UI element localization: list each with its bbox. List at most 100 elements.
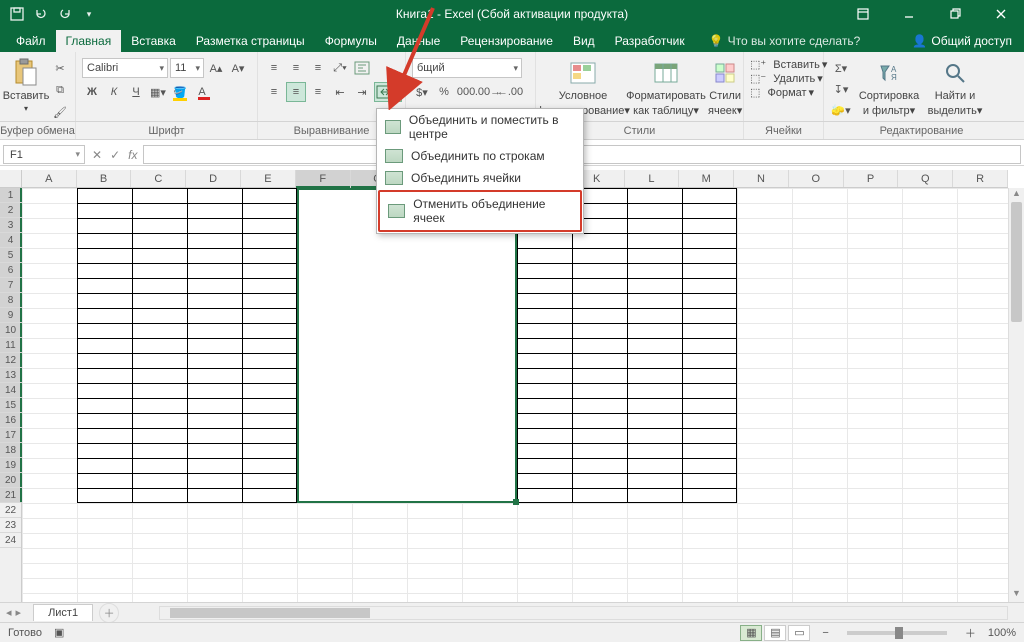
cancel-formula-icon[interactable]: ✕: [92, 148, 102, 162]
fx-icon[interactable]: fx: [128, 148, 137, 162]
align-top-icon[interactable]: ≡: [264, 58, 284, 78]
view-page-layout-icon[interactable]: ▤: [764, 625, 786, 641]
save-icon[interactable]: [8, 5, 26, 23]
vertical-scrollbar[interactable]: ▲ ▼: [1008, 188, 1024, 602]
percent-icon[interactable]: %: [434, 82, 454, 102]
row-22[interactable]: 22: [0, 503, 21, 518]
italic-button[interactable]: К: [104, 82, 124, 102]
redo-icon[interactable]: [56, 5, 74, 23]
borders-icon[interactable]: ▦▾: [148, 82, 168, 102]
share-button[interactable]: 👤Общий доступ: [900, 30, 1024, 52]
tab-data[interactable]: Данные: [387, 30, 450, 52]
zoom-in-icon[interactable]: ＋: [965, 625, 976, 641]
tab-developer[interactable]: Разработчик: [605, 30, 695, 52]
row-9[interactable]: 9: [0, 308, 21, 323]
macro-record-icon[interactable]: ▣: [54, 626, 64, 639]
col-N[interactable]: N: [734, 170, 789, 187]
row-1[interactable]: 1: [0, 188, 21, 203]
horizontal-scrollbar[interactable]: [159, 606, 1008, 620]
font-color-icon[interactable]: A: [192, 82, 212, 102]
col-P[interactable]: P: [844, 170, 899, 187]
col-O[interactable]: O: [789, 170, 844, 187]
row-18[interactable]: 18: [0, 443, 21, 458]
tab-review[interactable]: Рецензирование: [450, 30, 563, 52]
row-2[interactable]: 2: [0, 203, 21, 218]
sort-filter-button[interactable]: AЯ Сортировка и фильтр▾: [856, 58, 922, 117]
select-all-corner[interactable]: [0, 170, 22, 187]
vscroll-thumb[interactable]: [1011, 202, 1022, 322]
enter-formula-icon[interactable]: ✓: [110, 148, 120, 162]
bold-button[interactable]: Ж: [82, 82, 102, 102]
increase-indent-icon[interactable]: ⇥: [352, 82, 372, 102]
tab-layout[interactable]: Разметка страницы: [186, 30, 315, 52]
name-box[interactable]: F1: [3, 145, 85, 164]
row-17[interactable]: 17: [0, 428, 21, 443]
row-21[interactable]: 21: [0, 488, 21, 503]
spreadsheet-grid[interactable]: A B C D E F G H I J K L M N O P Q R 1234…: [0, 170, 1024, 602]
align-right-icon[interactable]: ≡: [308, 82, 328, 102]
row-5[interactable]: 5: [0, 248, 21, 263]
tab-view[interactable]: Вид: [563, 30, 605, 52]
increase-font-icon[interactable]: A▴: [206, 58, 226, 78]
merge-center-split[interactable]: ▾: [374, 82, 402, 102]
row-11[interactable]: 11: [0, 338, 21, 353]
col-B[interactable]: B: [77, 170, 132, 187]
decrease-indent-icon[interactable]: ⇤: [330, 82, 350, 102]
undo-icon[interactable]: [32, 5, 50, 23]
underline-button[interactable]: Ч: [126, 82, 146, 102]
zoom-slider[interactable]: [847, 631, 947, 635]
decrease-decimal-icon[interactable]: ←.00: [500, 82, 520, 102]
number-format-combo[interactable]: бщий: [412, 58, 522, 78]
row-12[interactable]: 12: [0, 353, 21, 368]
row-16[interactable]: 16: [0, 413, 21, 428]
add-sheet-button[interactable]: ＋: [99, 603, 119, 623]
col-M[interactable]: M: [679, 170, 734, 187]
fill-handle[interactable]: [513, 499, 519, 505]
cut-icon[interactable]: ✂: [50, 58, 70, 78]
row-10[interactable]: 10: [0, 323, 21, 338]
scroll-down-icon[interactable]: ▼: [1009, 588, 1024, 602]
fill-icon[interactable]: ↧▾: [830, 79, 852, 99]
col-L[interactable]: L: [625, 170, 680, 187]
close-icon[interactable]: [978, 0, 1024, 28]
find-select-button[interactable]: Найти и выделить▾: [926, 58, 984, 117]
row-19[interactable]: 19: [0, 458, 21, 473]
sheet-tab-1[interactable]: Лист1: [33, 604, 93, 621]
font-size-combo[interactable]: 11: [170, 58, 204, 78]
col-D[interactable]: D: [186, 170, 241, 187]
row-8[interactable]: 8: [0, 293, 21, 308]
autosum-icon[interactable]: Σ▾: [830, 58, 852, 78]
minimize-icon[interactable]: [886, 0, 932, 28]
row-14[interactable]: 14: [0, 383, 21, 398]
merge-cells-item[interactable]: Объединить ячейки: [377, 167, 583, 189]
align-center-icon[interactable]: ≡: [286, 82, 306, 102]
restore-icon[interactable]: [932, 0, 978, 28]
qat-customize-icon[interactable]: ▾: [80, 5, 98, 23]
increase-decimal-icon[interactable]: .00→: [478, 82, 498, 102]
row-23[interactable]: 23: [0, 518, 21, 533]
col-C[interactable]: C: [131, 170, 186, 187]
view-page-break-icon[interactable]: ▭: [788, 625, 810, 641]
orientation-icon[interactable]: ⤢▾: [330, 58, 350, 78]
row-24[interactable]: 24: [0, 533, 21, 548]
scroll-up-icon[interactable]: ▲: [1009, 188, 1024, 202]
row-15[interactable]: 15: [0, 398, 21, 413]
ribbon-display-icon[interactable]: [840, 0, 886, 28]
wrap-text-button[interactable]: [352, 58, 372, 78]
row-13[interactable]: 13: [0, 368, 21, 383]
col-E[interactable]: E: [241, 170, 296, 187]
merge-across-item[interactable]: Объединить по строкам: [377, 145, 583, 167]
row-3[interactable]: 3: [0, 218, 21, 233]
align-left-icon[interactable]: ≡: [264, 82, 284, 102]
cells-area[interactable]: [22, 188, 1008, 602]
col-Q[interactable]: Q: [898, 170, 953, 187]
tab-file[interactable]: Файл: [6, 30, 56, 52]
row-20[interactable]: 20: [0, 473, 21, 488]
zoom-level[interactable]: 100%: [988, 627, 1016, 639]
delete-cells-button[interactable]: ⬚⁻ Удалить▾: [750, 72, 823, 85]
col-F[interactable]: F: [296, 170, 351, 187]
currency-icon[interactable]: $▾: [412, 82, 432, 102]
copy-icon[interactable]: ⧉: [50, 80, 70, 100]
merge-and-center-item[interactable]: Объединить и поместить в центре: [377, 109, 583, 145]
align-middle-icon[interactable]: ≡: [286, 58, 306, 78]
